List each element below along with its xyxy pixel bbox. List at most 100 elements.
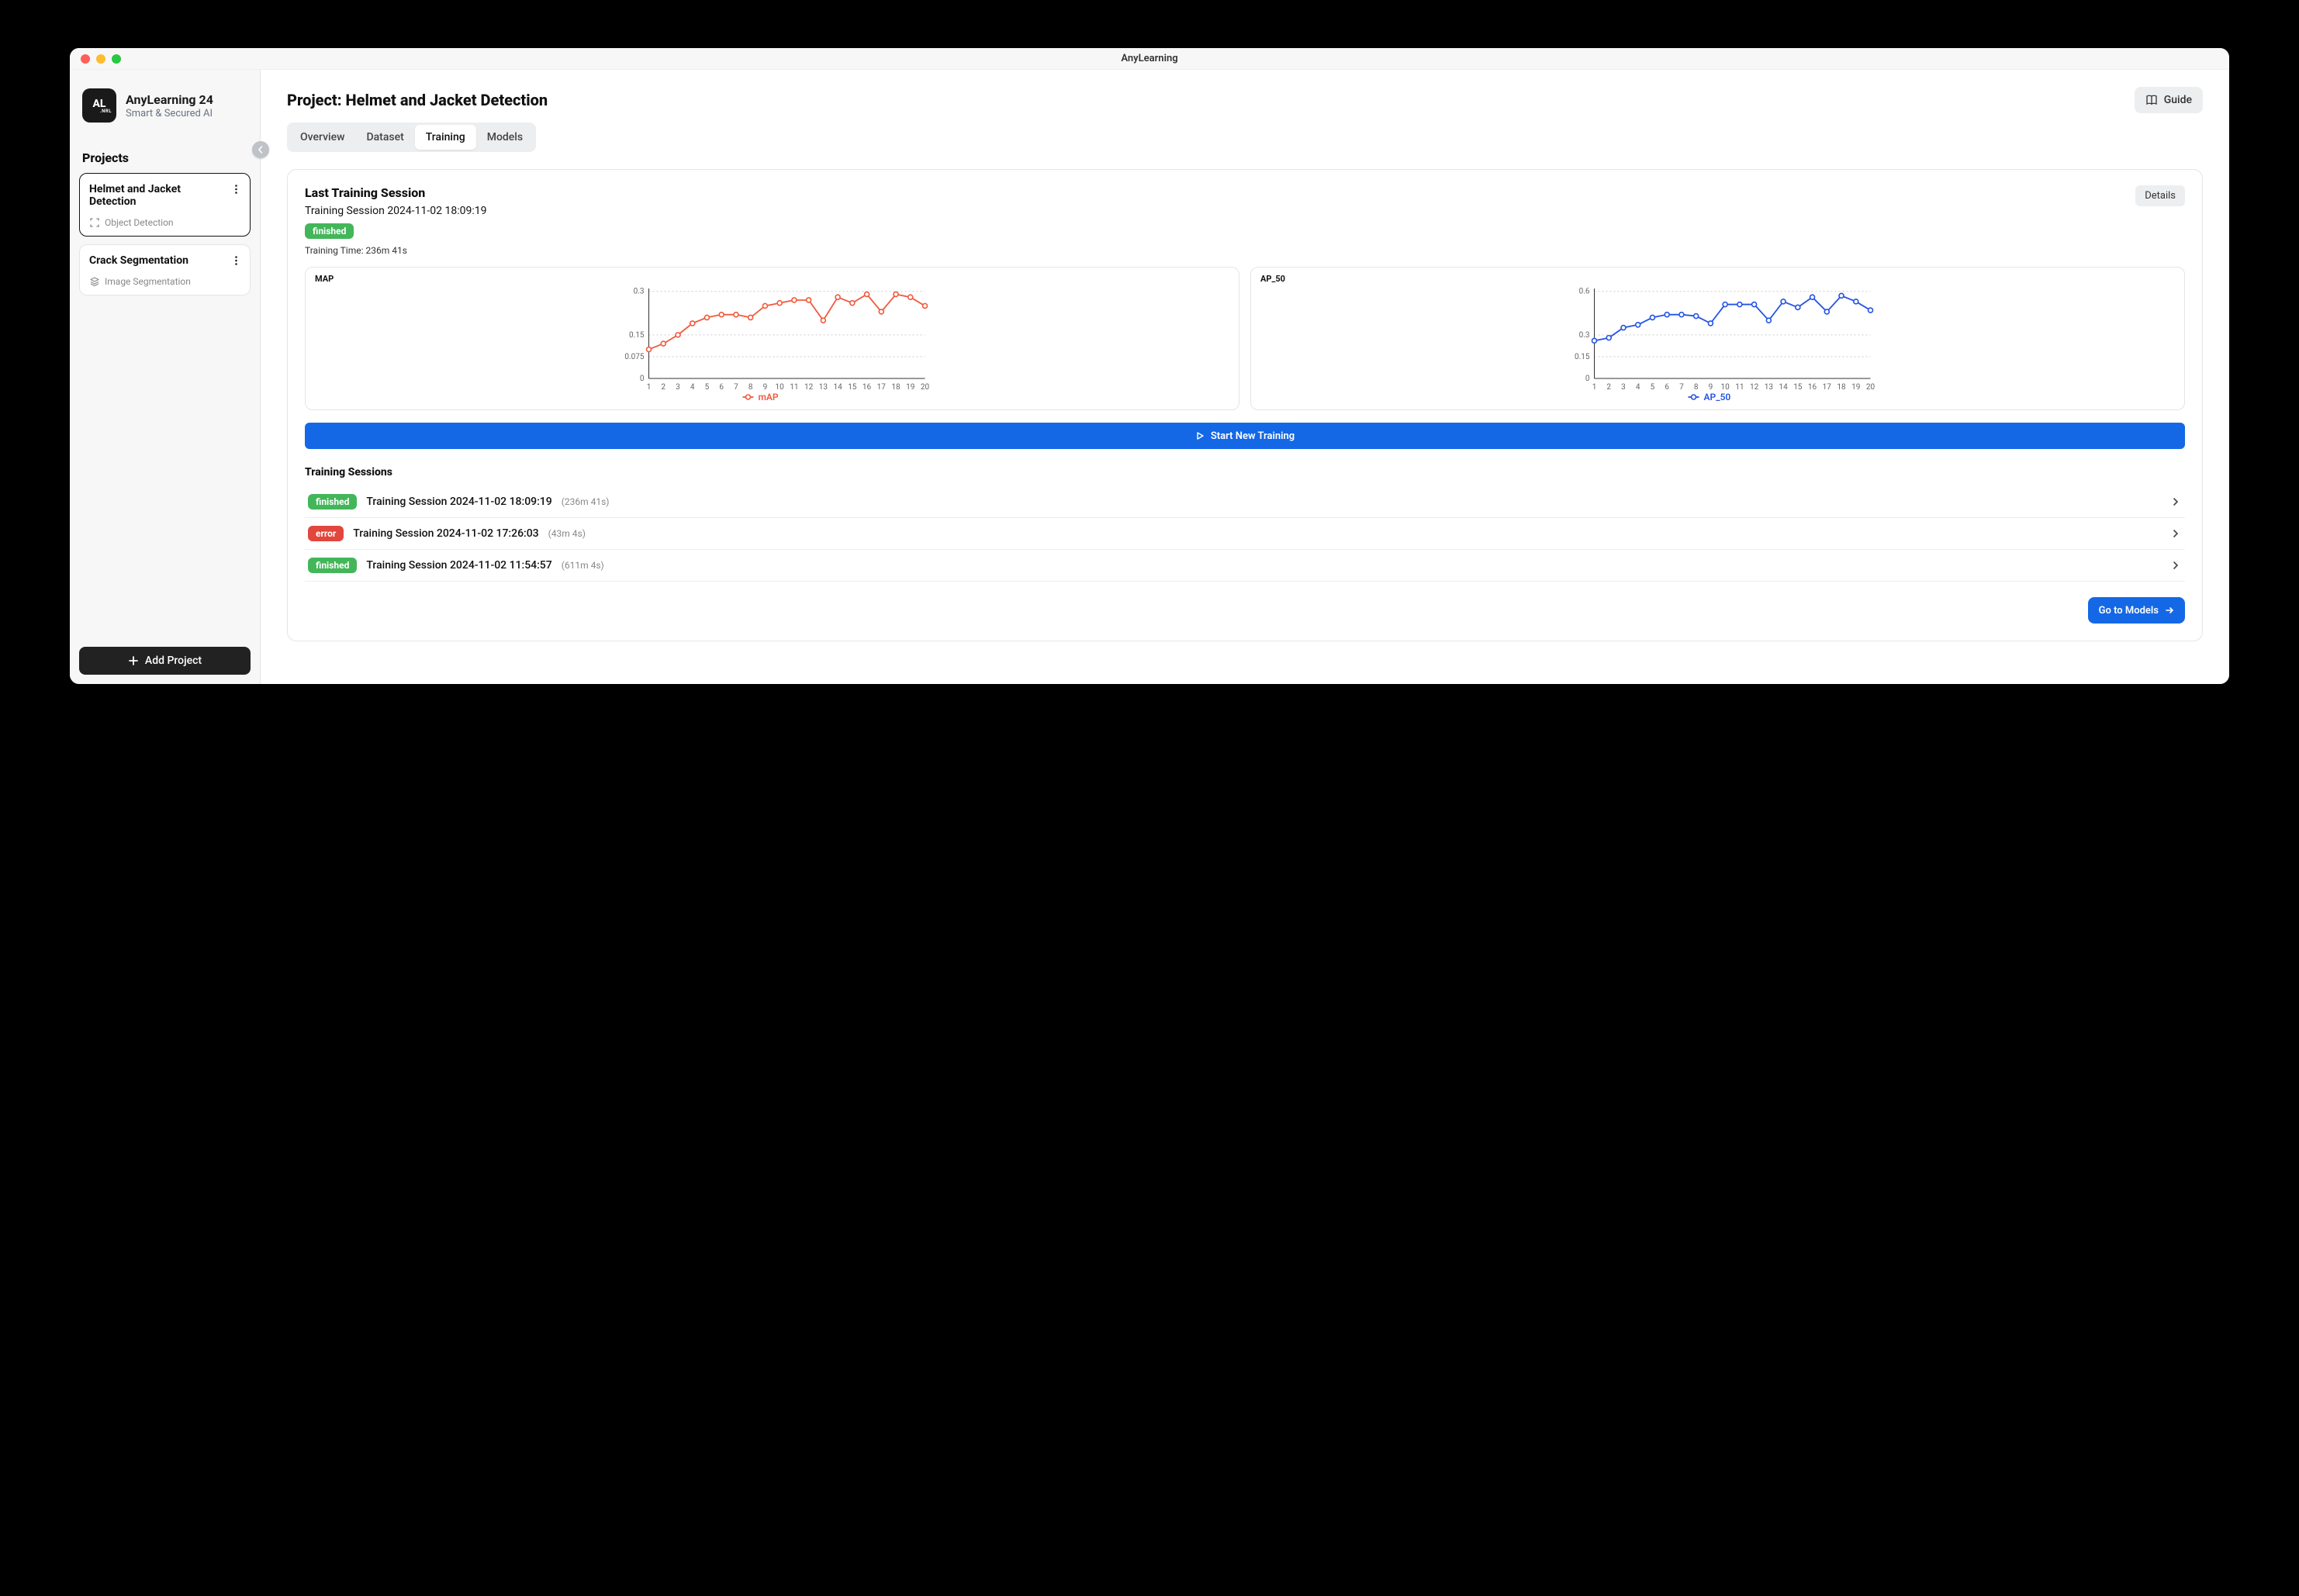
tab-models[interactable]: Models bbox=[476, 125, 534, 150]
svg-text:8: 8 bbox=[1694, 383, 1699, 392]
play-icon bbox=[1195, 431, 1205, 440]
svg-text:3: 3 bbox=[676, 383, 680, 392]
svg-text:13: 13 bbox=[819, 383, 828, 392]
svg-text:1: 1 bbox=[1592, 383, 1597, 392]
training-session-row[interactable]: error Training Session 2024-11-02 17:26:0… bbox=[305, 518, 2185, 550]
training-session-row[interactable]: finished Training Session 2024-11-02 18:0… bbox=[305, 486, 2185, 518]
svg-text:0.15: 0.15 bbox=[629, 331, 645, 340]
tabs: OverviewDatasetTrainingModels bbox=[287, 123, 536, 152]
session-name: Training Session 2024-11-02 17:26:03 bbox=[353, 527, 538, 540]
last-session-status-badge: finished bbox=[305, 223, 354, 239]
window-title: AnyLearning bbox=[70, 53, 2229, 64]
svg-text:11: 11 bbox=[790, 383, 798, 392]
svg-text:0: 0 bbox=[640, 375, 645, 383]
sessions-heading: Training Sessions bbox=[305, 466, 2185, 478]
svg-text:6: 6 bbox=[1665, 383, 1669, 392]
kebab-icon bbox=[235, 185, 237, 194]
svg-text:4: 4 bbox=[690, 383, 695, 392]
app-logo: AL .NRL bbox=[82, 88, 116, 123]
project-menu-button[interactable] bbox=[228, 181, 244, 197]
chart-title: MAP bbox=[313, 274, 1231, 284]
svg-text:5: 5 bbox=[1651, 383, 1655, 392]
svg-text:13: 13 bbox=[1765, 383, 1773, 392]
page-title: Project: Helmet and Jacket Detection bbox=[287, 91, 548, 109]
sidebar-collapse-button[interactable] bbox=[252, 141, 269, 158]
details-button[interactable]: Details bbox=[2135, 185, 2185, 206]
chevron-right-icon bbox=[2173, 529, 2182, 538]
svg-text:12: 12 bbox=[804, 383, 814, 392]
project-menu-button[interactable] bbox=[228, 253, 244, 268]
project-type: Image Segmentation bbox=[89, 276, 240, 287]
project-title: Crack Segmentation bbox=[89, 254, 240, 267]
svg-text:0.3: 0.3 bbox=[1579, 331, 1590, 340]
svg-text:0.6: 0.6 bbox=[1579, 288, 1590, 296]
svg-text:9: 9 bbox=[763, 383, 768, 392]
svg-text:4: 4 bbox=[1636, 383, 1640, 392]
training-panel: Last Training Session Training Session 2… bbox=[287, 169, 2203, 641]
chart-svg: 00.0750.150.3123456789101112131415161718… bbox=[313, 284, 1231, 405]
session-duration: (611m 4s) bbox=[562, 560, 604, 571]
svg-text:1: 1 bbox=[647, 383, 652, 392]
kebab-icon bbox=[235, 256, 237, 265]
main-content: Project: Helmet and Jacket Detection Gui… bbox=[261, 70, 2229, 684]
sidebar-heading: Projects bbox=[70, 132, 260, 173]
training-time: Training Time: 236m 41s bbox=[305, 245, 486, 256]
session-status-badge: finished bbox=[308, 494, 357, 510]
tab-dataset[interactable]: Dataset bbox=[355, 125, 414, 150]
svg-text:9: 9 bbox=[1709, 383, 1713, 392]
layers-icon bbox=[89, 276, 100, 287]
sidebar: AL .NRL AnyLearning 24 Smart & Secured A… bbox=[70, 70, 261, 684]
svg-text:0.3: 0.3 bbox=[634, 288, 645, 296]
chart-ap_50: AP_5000.150.30.6123456789101112131415161… bbox=[1250, 267, 2185, 410]
svg-text:3: 3 bbox=[1621, 383, 1626, 392]
session-duration: (43m 4s) bbox=[548, 528, 586, 539]
session-status-badge: error bbox=[308, 526, 344, 541]
svg-text:2: 2 bbox=[661, 383, 666, 392]
brand-tagline: Smart & Secured AI bbox=[126, 108, 213, 119]
session-name: Training Session 2024-11-02 18:09:19 bbox=[366, 496, 551, 508]
guide-label: Guide bbox=[2164, 94, 2192, 106]
training-session-row[interactable]: finishedTraining Session 2024-11-02 11:5… bbox=[305, 550, 2185, 582]
logo-subtext: .NRL bbox=[100, 109, 116, 114]
chevron-right-icon bbox=[2173, 497, 2182, 506]
last-session-title: Last Training Session bbox=[305, 185, 486, 200]
chevron-left-icon bbox=[257, 146, 264, 154]
svg-text:20: 20 bbox=[921, 383, 930, 392]
svg-text:20: 20 bbox=[1866, 383, 1876, 392]
mac-titlebar: AnyLearning bbox=[70, 48, 2229, 70]
guide-button[interactable]: Guide bbox=[2135, 87, 2203, 113]
svg-text:6: 6 bbox=[719, 383, 724, 392]
sidebar-project-card[interactable]: Crack Segmentation Image Segmentation bbox=[79, 244, 251, 295]
svg-text:18: 18 bbox=[891, 383, 901, 392]
svg-text:16: 16 bbox=[1808, 383, 1817, 392]
svg-text:0.15: 0.15 bbox=[1575, 353, 1590, 361]
go-to-models-button[interactable]: Go to Models bbox=[2088, 597, 2185, 624]
book-icon bbox=[2145, 94, 2158, 106]
svg-text:15: 15 bbox=[848, 383, 857, 392]
start-training-button[interactable]: Start New Training bbox=[305, 423, 2185, 449]
session-status-badge: finished bbox=[308, 558, 357, 573]
svg-text:0: 0 bbox=[1585, 375, 1590, 383]
last-session-subtitle: Training Session 2024-11-02 18:09:19 bbox=[305, 205, 486, 217]
svg-text:5: 5 bbox=[705, 383, 710, 392]
add-project-button[interactable]: Add Project bbox=[79, 647, 251, 675]
arrow-right-icon bbox=[2165, 606, 2174, 615]
sidebar-project-card[interactable]: Helmet and Jacket DetectionObject Detect… bbox=[79, 173, 251, 237]
svg-text:18: 18 bbox=[1837, 383, 1846, 392]
tab-overview[interactable]: Overview bbox=[289, 125, 355, 150]
svg-text:14: 14 bbox=[833, 383, 842, 392]
bounding-box-icon bbox=[89, 217, 100, 228]
svg-text:12: 12 bbox=[1750, 383, 1759, 392]
svg-text:10: 10 bbox=[1721, 383, 1730, 392]
svg-text:8: 8 bbox=[748, 383, 753, 392]
svg-text:19: 19 bbox=[1851, 383, 1860, 392]
tab-training[interactable]: Training bbox=[415, 125, 476, 150]
svg-text:0.075: 0.075 bbox=[624, 353, 644, 361]
project-type: Object Detection bbox=[89, 217, 240, 228]
chart-svg: 00.150.30.612345678910111213141516171819… bbox=[1259, 284, 2176, 405]
go-to-models-label: Go to Models bbox=[2099, 605, 2159, 617]
svg-text:17: 17 bbox=[1823, 383, 1832, 392]
svg-text:19: 19 bbox=[906, 383, 914, 392]
svg-text:14: 14 bbox=[1779, 383, 1788, 392]
svg-text:2: 2 bbox=[1606, 383, 1611, 392]
